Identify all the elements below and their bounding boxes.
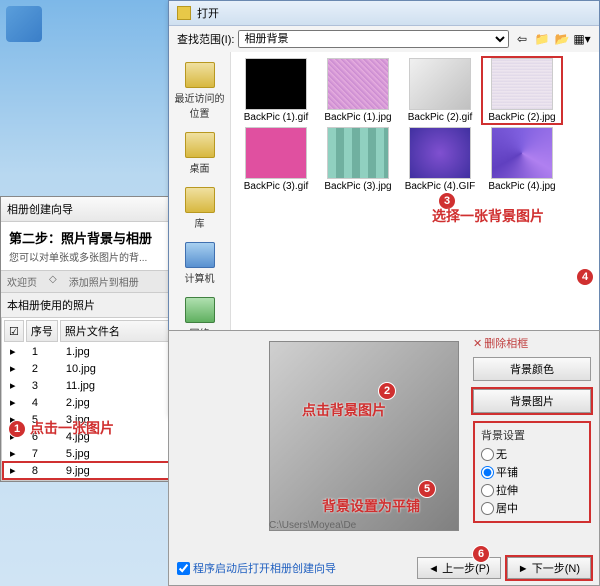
place-item[interactable]: 桌面 [169,126,230,181]
close-icon: ✕ [473,337,482,350]
callout-2-text: 点击背景图片 [302,400,386,420]
file-list-area[interactable]: BackPic (1).gif BackPic (1).jpg BackPic (2… [231,52,599,350]
place-item[interactable]: 计算机 [169,236,230,291]
thumb-label: BackPic (2).gif [401,112,479,123]
tab-add-photos[interactable]: 添加照片到相册 [63,271,145,292]
path-label: C:\Users\Moyea\De [269,520,356,531]
up-folder-icon[interactable]: 📁 [533,31,551,47]
place-label: 最近访问的位置 [171,90,228,120]
place-label: 桌面 [171,160,228,175]
callout-6: 6 [472,545,490,563]
thumb-image [327,58,389,110]
view-menu-icon[interactable]: ▦▾ [573,31,591,47]
file-thumb[interactable]: BackPic (2).jpg [483,58,561,123]
file-thumb[interactable]: BackPic (4).GIF [401,127,479,192]
place-label: 库 [171,215,228,230]
thumb-image [245,127,307,179]
table-row[interactable]: ▸311.jpg [4,378,174,393]
photo-list-label: 本相册使用的照片 [1,293,177,317]
callout-5-text: 背景设置为平铺 [322,496,420,516]
table-row[interactable]: ▸89.jpg [4,463,174,478]
thumb-label: BackPic (3).gif [237,181,315,192]
photo-table[interactable]: ☑ 序号 照片文件名 ▸11.jpg ▸210.jpg ▸311.jpg ▸42.jp… [1,317,177,481]
place-icon [185,132,215,158]
prev-button[interactable]: ◄ 上一步(P) [417,557,501,579]
place-icon [185,297,215,323]
thumb-image [491,58,553,110]
thumb-label: BackPic (4).GIF [401,181,479,192]
col-filename: 照片文件名 [60,320,174,342]
thumb-image [409,58,471,110]
callout-1: 1 [8,420,26,438]
radio-tile[interactable]: 平铺 [481,463,583,481]
place-label: 计算机 [171,270,228,285]
folder-icon [177,6,191,20]
thumb-image [245,58,307,110]
lookin-row: 查找范围(I): 相册背景 ⇦ 📁 📂 ▦▾ [169,26,599,52]
lookin-select[interactable]: 相册背景 [238,30,509,48]
wizard-tabs: 欢迎页 ◇ 添加照片到相册 [1,270,177,293]
file-thumb[interactable]: BackPic (1).jpg [319,58,397,123]
dialog-title: 打开 [197,5,219,21]
col-num: 序号 [26,320,58,342]
places-bar: 最近访问的位置桌面库计算机网络 [169,52,231,350]
table-row[interactable]: ▸75.jpg [4,446,174,461]
place-icon [185,187,215,213]
callout-3-text: 选择一张背景图片 [432,206,544,226]
callout-4: 4 [576,268,594,286]
thumb-label: BackPic (3).jpg [319,181,397,192]
desktop-shortcut-icon[interactable] [6,6,42,42]
table-row[interactable]: ▸11.jpg [4,344,174,359]
bg-settings-title: 背景设置 [481,427,583,443]
wizard-step-header: 第二步：照片背景与相册 您可以对单张或多张图片的背... [1,222,177,270]
wizard-titlebar: 相册创建向导 [1,197,177,222]
bg-image-button[interactable]: 背景图片 [473,389,591,413]
new-folder-icon[interactable]: 📂 [553,31,571,47]
lookin-label: 查找范围(I): [177,31,234,47]
col-checkbox[interactable]: ☑ [4,320,24,342]
step-title: 第二步：照片背景与相册 [9,228,169,247]
bg-settings-group: 背景设置 无 平铺 拉伸 居中 [473,421,591,523]
callout-1-text: 点击一张图片 [30,418,114,438]
place-item[interactable]: 最近访问的位置 [169,56,230,126]
file-thumb[interactable]: BackPic (4).jpg [483,127,561,192]
thumb-label: BackPic (4).jpg [483,181,561,192]
file-thumb[interactable]: BackPic (2).gif [401,58,479,123]
callout-2: 2 [378,382,396,400]
thumb-image [491,127,553,179]
thumb-image [409,127,471,179]
bg-color-button[interactable]: 背景颜色 [473,357,591,381]
callout-5: 5 [418,480,436,498]
thumb-image [327,127,389,179]
table-row[interactable]: ▸42.jpg [4,395,174,410]
file-thumb[interactable]: BackPic (3).gif [237,127,315,192]
next-button[interactable]: ► 下一步(N) [507,557,591,579]
radio-stretch[interactable]: 拉伸 [481,481,583,499]
tab-welcome[interactable]: 欢迎页 [1,271,43,292]
table-row[interactable]: ▸210.jpg [4,361,174,376]
dialog-titlebar: 打开 [169,1,599,26]
wizard-window: 相册创建向导 第二步：照片背景与相册 您可以对单张或多张图片的背... 欢迎页 … [0,196,178,482]
thumb-label: BackPic (2).jpg [483,112,561,123]
place-item[interactable]: 库 [169,181,230,236]
file-thumb[interactable]: BackPic (1).gif [237,58,315,123]
place-icon [185,62,215,88]
place-icon [185,242,215,268]
file-thumb[interactable]: BackPic (3).jpg [319,127,397,192]
thumb-label: BackPic (1).jpg [319,112,397,123]
back-icon[interactable]: ⇦ [513,31,531,47]
thumb-label: BackPic (1).gif [237,112,315,123]
step-desc: 您可以对单张或多张图片的背... [9,249,169,264]
radio-center[interactable]: 居中 [481,499,583,517]
main-panel: ✕删除相框 背景颜色 背景图片 背景设置 无 平铺 拉伸 居中 C:\Users… [168,330,600,586]
startup-checkbox[interactable]: 程序启动后打开相册创建向导 [177,560,336,576]
delete-album-link[interactable]: ✕删除相框 [473,335,591,351]
radio-none[interactable]: 无 [481,445,583,463]
